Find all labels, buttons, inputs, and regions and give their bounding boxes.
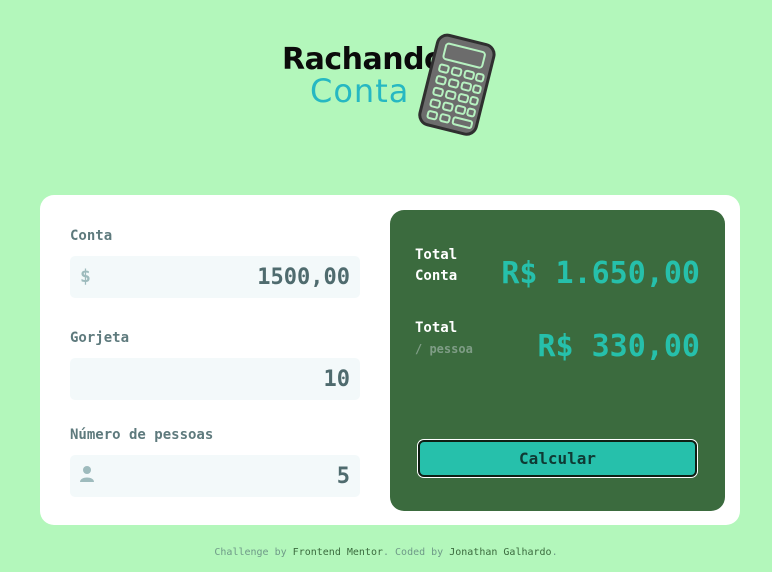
attribution-footer: Challenge by Frontend Mentor. Coded by J… xyxy=(0,547,772,558)
total-label: Total Conta xyxy=(415,245,457,287)
total-label-line1: Total xyxy=(415,247,458,263)
tip-input[interactable] xyxy=(120,358,350,400)
per-person-value: R$ 330,00 xyxy=(537,329,700,364)
frontend-mentor-link[interactable]: Frontend Mentor xyxy=(293,547,383,558)
total-label-line2: Conta xyxy=(415,268,458,284)
people-label: Número de pessoas xyxy=(70,427,214,443)
people-input[interactable] xyxy=(120,455,350,497)
footer-prefix: Challenge by xyxy=(214,547,293,558)
logo-word-conta: Conta xyxy=(310,72,410,110)
tip-field xyxy=(70,358,360,400)
calculator-icon xyxy=(418,33,496,136)
per-person-label-line1: Total xyxy=(415,320,458,336)
bill-field: $ xyxy=(70,256,360,298)
result-panel: Total Conta R$ 1.650,00 Total / pessoa R… xyxy=(390,210,725,511)
calculator-card: Conta $ Gorjeta Número de pessoas Total … xyxy=(40,195,740,525)
footer-middle: . Coded by xyxy=(382,547,450,558)
total-value: R$ 1.650,00 xyxy=(501,256,700,291)
per-person-label: Total / pessoa xyxy=(415,318,473,360)
dollar-icon: $ xyxy=(80,266,91,287)
bill-input[interactable] xyxy=(120,256,350,298)
author-link[interactable]: Jonathan Galhardo xyxy=(449,547,551,558)
tip-label: Gorjeta xyxy=(70,330,130,346)
bill-label: Conta xyxy=(70,228,113,244)
calculate-button[interactable]: Calcular xyxy=(418,440,697,477)
per-person-label-line2: / pessoa xyxy=(415,342,473,356)
footer-suffix: . xyxy=(551,547,558,558)
person-icon xyxy=(80,465,94,488)
app-logo: Rachando Conta xyxy=(282,32,504,136)
people-field xyxy=(70,455,360,497)
